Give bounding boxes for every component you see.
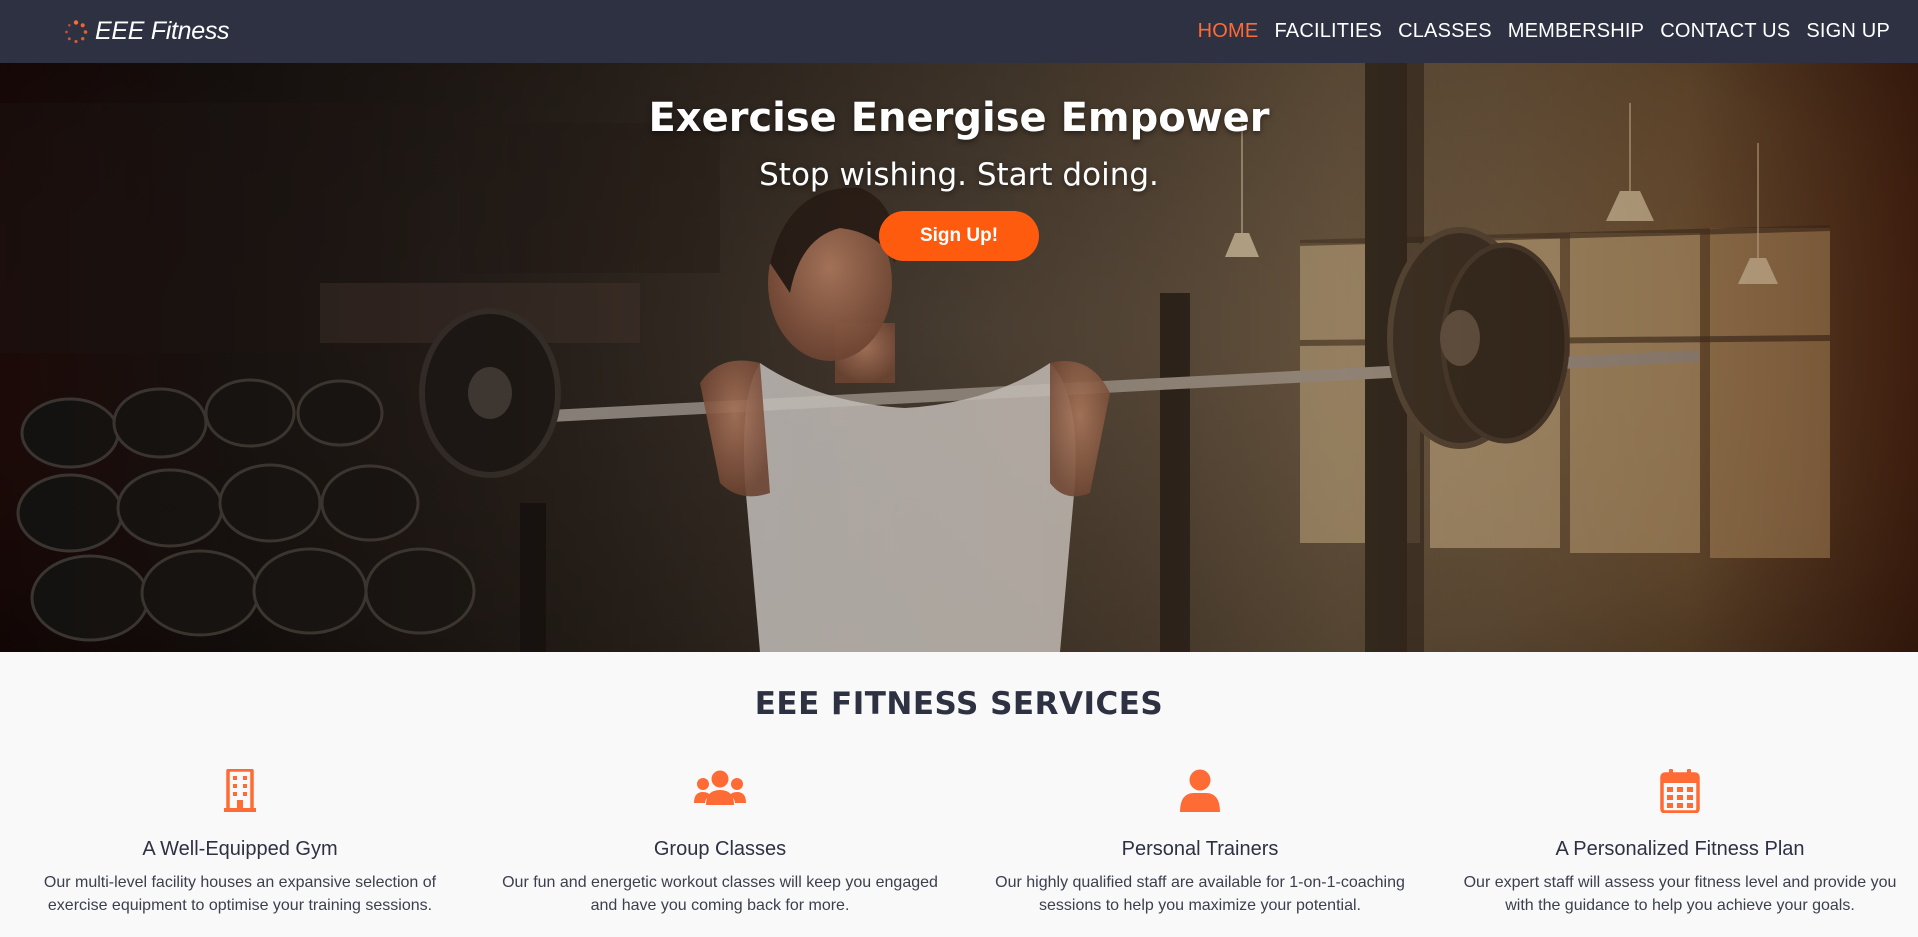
service-description-line: Our fun and energetic workout classes wi… <box>502 874 938 891</box>
building-icon <box>224 769 256 812</box>
nav-facilities-link[interactable]: FACILITIES <box>1274 20 1382 43</box>
service-description: Our expert staff will assess your fitnes… <box>1450 871 1910 917</box>
brand-logo-link[interactable]: EEE Fitness <box>63 17 230 46</box>
spinner-dots-icon <box>65 19 88 43</box>
nav-contact-us-link[interactable]: CONTACT US <box>1660 20 1790 43</box>
service-title: A Personalized Fitness Plan <box>1555 838 1805 860</box>
service-card-gym: A Well-Equipped Gym Our multi-level faci… <box>10 769 470 917</box>
top-navbar: EEE Fitness HOME FACILITIES CLASSES MEMB… <box>0 0 1918 63</box>
hero-sign-up-button[interactable]: Sign Up! <box>879 211 1039 261</box>
calendar-icon <box>1660 769 1700 813</box>
service-title: Personal Trainers <box>1121 838 1279 860</box>
service-card-group-classes: Group Classes Our fun and energetic work… <box>490 769 950 917</box>
services-heading: EEE FITNESS SERVICES <box>754 686 1164 722</box>
service-description-line: exercise equipment to optimise your trai… <box>47 897 433 914</box>
nav-sign-up-link[interactable]: SIGN UP <box>1806 20 1890 43</box>
service-description: Our fun and energetic workout classes wi… <box>490 871 950 917</box>
service-description: Our highly qualified staff are available… <box>970 871 1430 917</box>
service-description-line: with the guidance to help you achieve yo… <box>1505 897 1855 914</box>
users-icon <box>694 770 746 805</box>
service-description: Our multi-level facility houses an expan… <box>10 871 470 917</box>
service-description-line: sessions to help you maximize your poten… <box>1039 897 1361 914</box>
brand-name: EEE Fitness <box>95 17 230 45</box>
service-title: Group Classes <box>653 838 787 860</box>
service-description-line: Our highly qualified staff are available… <box>995 874 1405 891</box>
service-description-line: Our expert staff will assess your fitnes… <box>1463 874 1897 891</box>
nav-menu: HOME FACILITIES CLASSES MEMBERSHIP CONTA… <box>1198 20 1890 43</box>
user-icon <box>1180 769 1220 812</box>
service-description-line: and have you coming back for more. <box>590 897 850 914</box>
hero-title: Exercise Energise Empower <box>648 95 1270 141</box>
nav-membership-link[interactable]: MEMBERSHIP <box>1508 20 1644 43</box>
service-description-line: Our multi-level facility houses an expan… <box>43 874 437 891</box>
hero-content: Exercise Energise Empower Stop wishing. … <box>0 63 1918 261</box>
nav-classes-link[interactable]: CLASSES <box>1398 20 1492 43</box>
service-card-personal-trainers: Personal Trainers Our highly qualified s… <box>970 769 1430 917</box>
services-section: EEE FITNESS SERVICES A Well-Equipped Gym… <box>0 652 1918 937</box>
nav-home-link[interactable]: HOME <box>1198 20 1259 43</box>
service-title: A Well-Equipped Gym <box>142 838 338 860</box>
hero-banner: Exercise Energise Empower Stop wishing. … <box>0 63 1918 652</box>
service-card-fitness-plan: A Personalized Fitness Plan Our expert s… <box>1450 769 1910 917</box>
hero-subtitle: Stop wishing. Start doing. <box>759 157 1159 193</box>
